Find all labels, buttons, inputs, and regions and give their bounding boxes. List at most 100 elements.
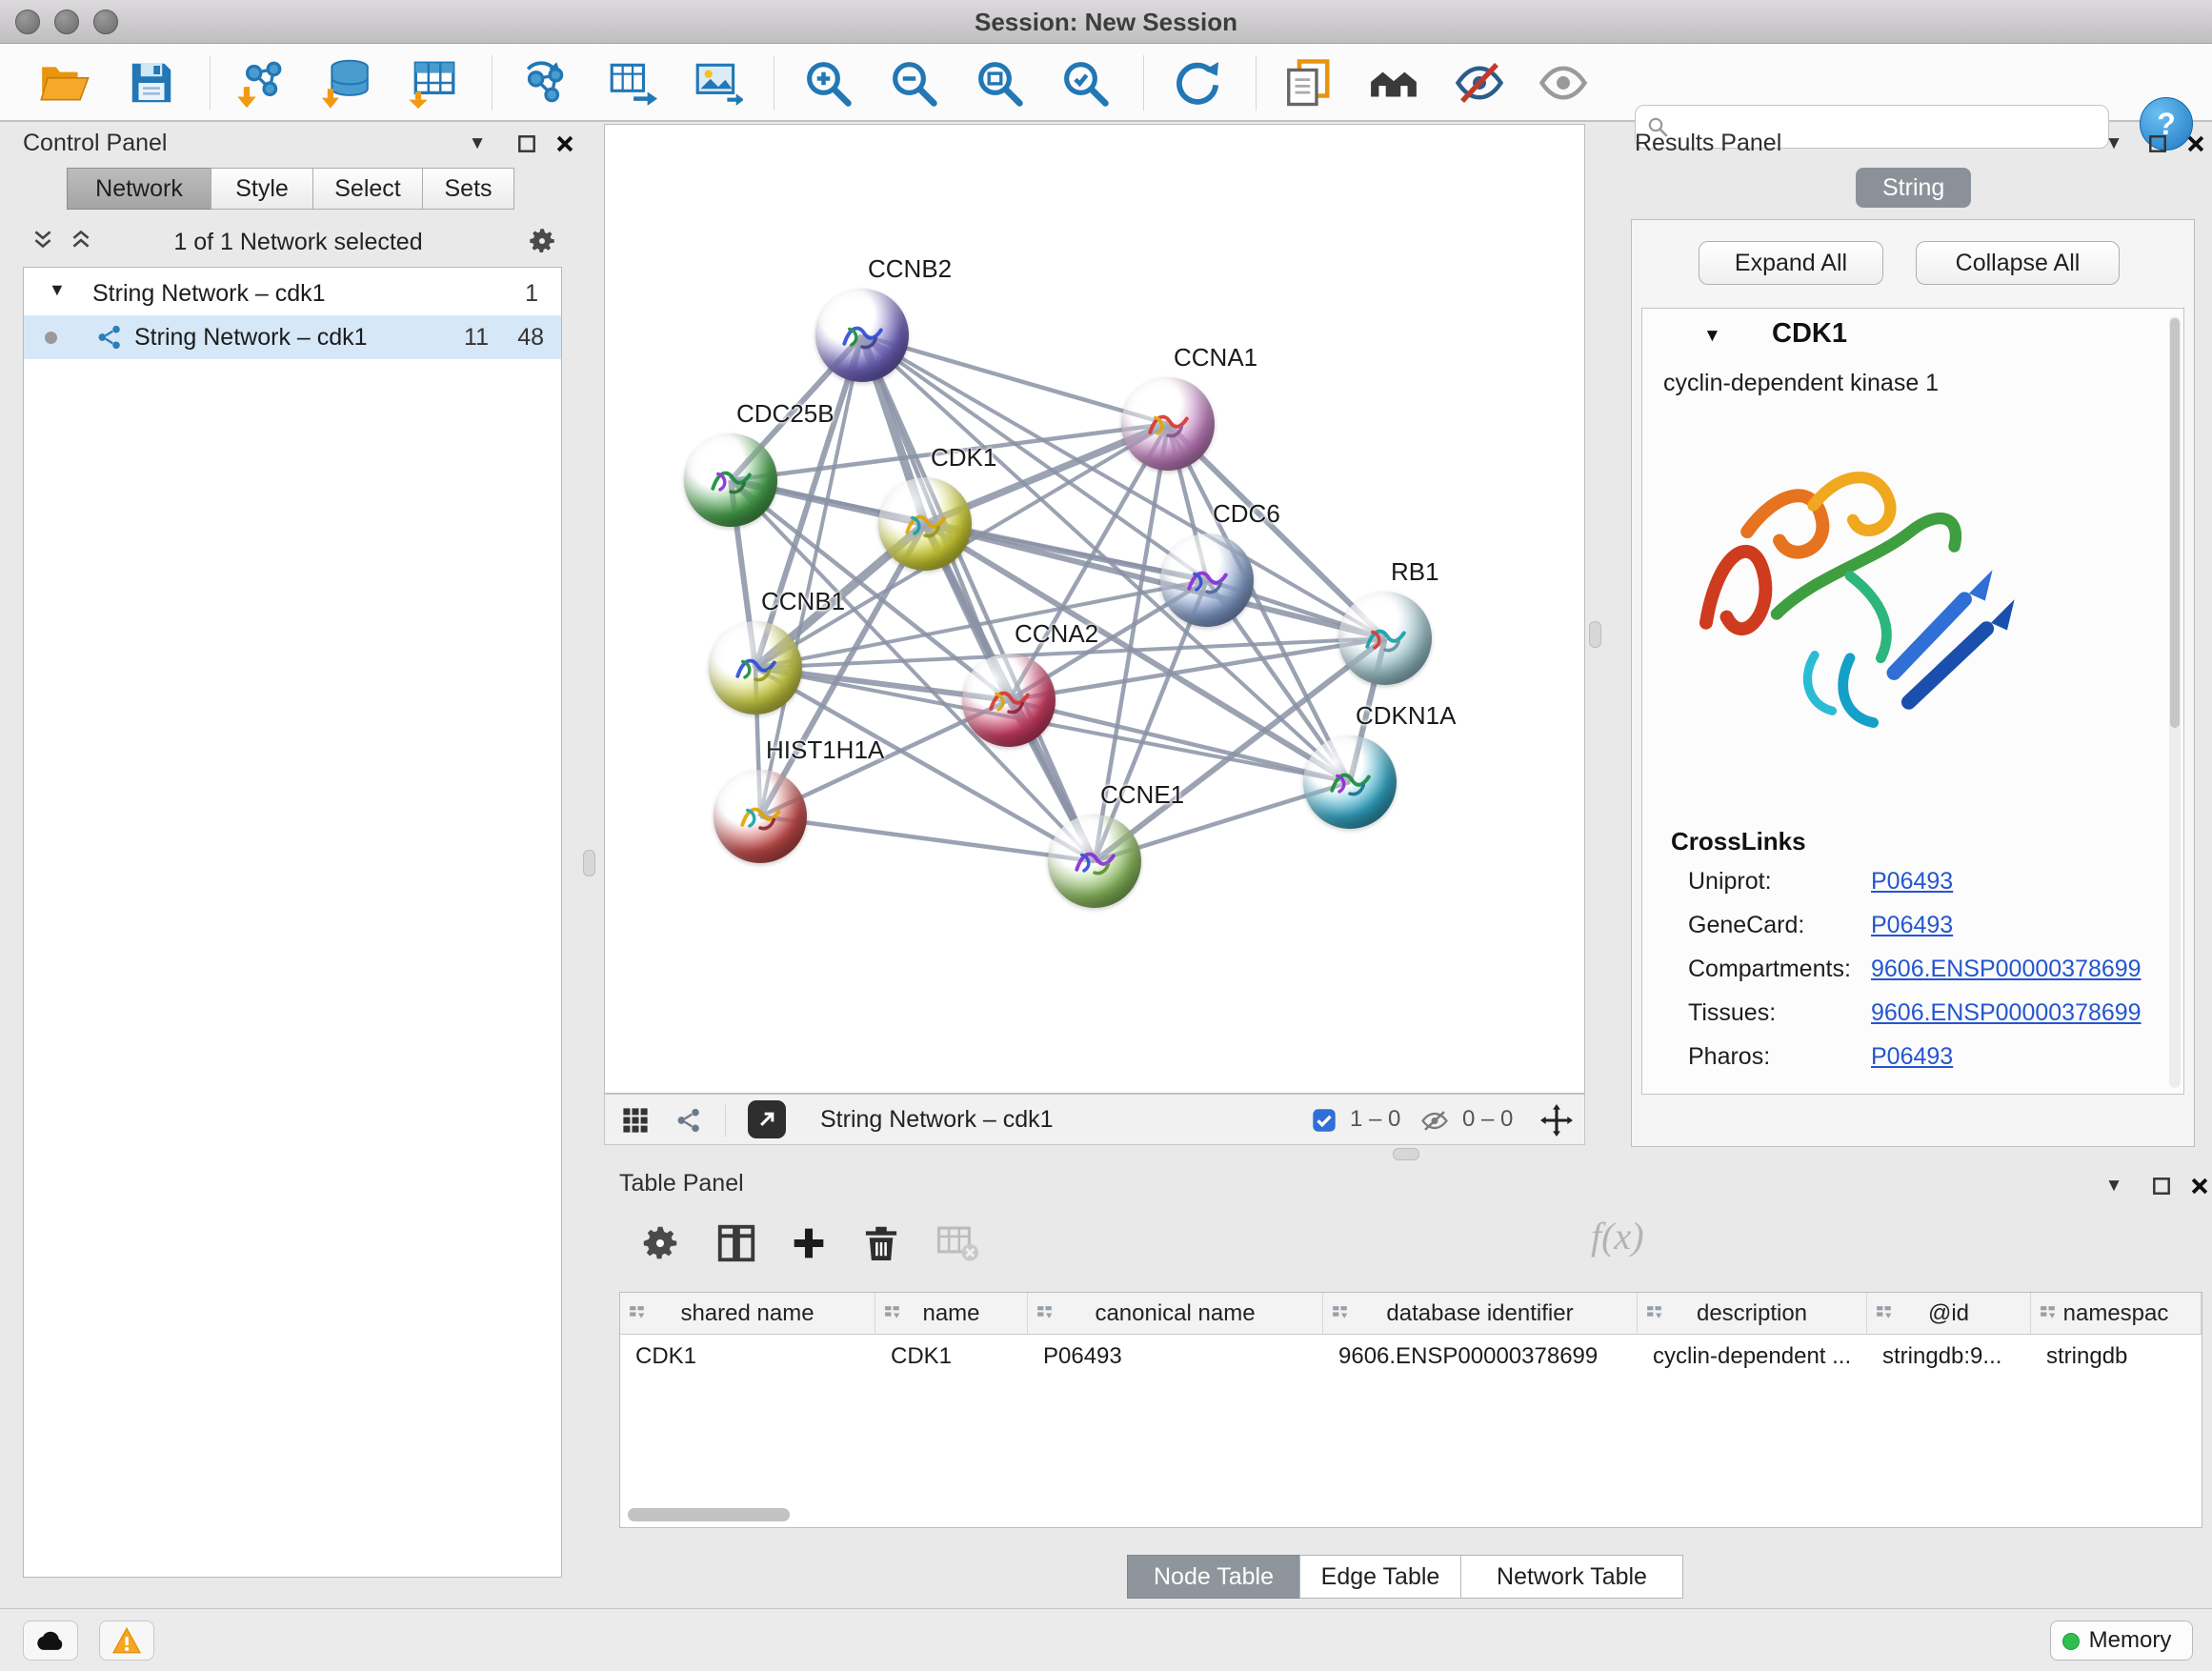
network-node-CCNA2[interactable] <box>962 654 1056 747</box>
control-panel-collapse-button[interactable]: ▼ <box>463 130 492 158</box>
tab-node-table[interactable]: Node Table <box>1127 1555 1300 1599</box>
table-settings-gear-icon[interactable] <box>638 1221 682 1265</box>
network-node-CDC25B[interactable] <box>684 433 777 527</box>
control-panel-float-button[interactable] <box>513 130 541 158</box>
grid-view-icon[interactable] <box>622 1107 649 1134</box>
crosslink-row: GeneCard:P06493 <box>1642 903 2183 947</box>
open-in-browser-button[interactable] <box>748 1100 786 1138</box>
hidden-eye-icon[interactable] <box>1420 1109 1449 1134</box>
collapse-all-button[interactable]: Collapse All <box>1916 241 2120 285</box>
tab-network[interactable]: Network <box>67 168 211 210</box>
clone-network-button[interactable] <box>606 57 657 109</box>
network-node-RB1[interactable] <box>1338 592 1432 685</box>
tab-network-table[interactable]: Network Table <box>1460 1555 1683 1599</box>
zoom-out-button[interactable] <box>888 57 939 109</box>
column-header-database-identifier[interactable]: database identifier <box>1323 1293 1638 1335</box>
cloud-status-button[interactable] <box>23 1621 78 1661</box>
network-edge-CCNB2-CCNE1[interactable] <box>862 335 1095 861</box>
table-cell[interactable]: CDK1 <box>875 1335 1028 1379</box>
crosslink-link[interactable]: P06493 <box>1871 903 1953 947</box>
table-cell[interactable]: 9606.ENSP00000378699 <box>1323 1335 1638 1379</box>
import-network-from-database-button[interactable] <box>322 57 373 109</box>
network-node-CCNB1[interactable] <box>709 621 802 715</box>
table-panel-collapse-button[interactable]: ▼ <box>2100 1172 2128 1200</box>
table-cell[interactable]: stringdb:9... <box>1867 1335 2031 1379</box>
collapse-all-icon[interactable] <box>30 227 61 257</box>
table-cell[interactable]: cyclin-dependent ... <box>1638 1335 1867 1379</box>
import-network-button[interactable] <box>236 57 288 109</box>
copy-style-button[interactable] <box>1282 57 1334 109</box>
results-scrollbar-thumb[interactable] <box>2170 318 2180 728</box>
warnings-button[interactable] <box>99 1621 154 1661</box>
zoom-selected-button[interactable] <box>1059 57 1111 109</box>
selected-checkbox-icon[interactable] <box>1312 1108 1337 1133</box>
create-column-icon[interactable] <box>787 1221 831 1265</box>
splitter-handle-right[interactable] <box>1589 621 1601 648</box>
control-panel-close-button[interactable] <box>551 130 579 158</box>
open-session-button[interactable] <box>38 57 90 109</box>
column-header-shared-name[interactable]: shared name <box>620 1293 875 1335</box>
show-columns-icon[interactable] <box>714 1221 758 1265</box>
table-cell[interactable]: CDK1 <box>620 1335 875 1379</box>
crosslink-link[interactable]: P06493 <box>1871 859 1953 903</box>
show-all-networks-button[interactable] <box>1368 57 1419 109</box>
network-collection-row[interactable]: ▼ String Network – cdk1 1 <box>24 272 561 315</box>
network-node-CDKN1A[interactable] <box>1303 735 1397 829</box>
table-row[interactable]: CDK1CDK1P064939606.ENSP00000378699cyclin… <box>620 1335 2202 1379</box>
crosslink-link[interactable]: P06493 <box>1871 1035 1953 1078</box>
zoom-fit-button[interactable] <box>974 57 1025 109</box>
gene-section-caret-icon[interactable]: ▼ <box>1703 326 1721 347</box>
table-cell[interactable]: stringdb <box>2031 1335 2202 1379</box>
results-tab-string[interactable]: String <box>1856 168 1971 208</box>
expand-all-icon[interactable] <box>69 227 99 257</box>
expand-all-button[interactable]: Expand All <box>1699 241 1883 285</box>
tree-expand-caret-icon[interactable]: ▼ <box>49 280 66 300</box>
export-image-button[interactable] <box>692 57 743 109</box>
crosslink-row: Tissues:9606.ENSP00000378699 <box>1642 991 2183 1035</box>
column-header-namespac[interactable]: namespac <box>2031 1293 2202 1335</box>
table-horizontal-scrollbar[interactable] <box>628 1508 790 1521</box>
show-hidden-button[interactable] <box>1538 57 1589 109</box>
memory-button[interactable]: Memory <box>2050 1621 2193 1661</box>
delete-column-icon[interactable] <box>859 1221 903 1265</box>
network-options-gear-icon[interactable] <box>526 225 560 259</box>
network-node-CCNB2[interactable] <box>815 289 909 382</box>
column-header--id[interactable]: @id <box>1867 1293 2031 1335</box>
splitter-handle-bottom[interactable] <box>1393 1148 1419 1160</box>
crosslink-link[interactable]: 9606.ENSP00000378699 <box>1871 991 2142 1035</box>
results-panel-close-button[interactable] <box>2182 130 2210 158</box>
save-session-button[interactable] <box>126 57 177 109</box>
column-header-description[interactable]: description <box>1638 1293 1867 1335</box>
column-header-canonical-name[interactable]: canonical name <box>1028 1293 1323 1335</box>
results-scrollbar[interactable] <box>2169 316 2181 1088</box>
new-network-button[interactable] <box>520 57 572 109</box>
network-row-selected[interactable]: String Network – cdk1 11 48 <box>24 315 561 359</box>
results-panel-collapse-button[interactable]: ▼ <box>2100 130 2128 158</box>
delete-table-icon[interactable] <box>935 1221 979 1265</box>
network-node-HIST1H1A[interactable] <box>714 770 807 863</box>
network-canvas[interactable]: CCNB2CCNA1CDC25BCDK1CDC6RB1CCNB1CCNA2CDK… <box>604 124 1585 1094</box>
zoom-in-button[interactable] <box>802 57 854 109</box>
pan-crosshair-icon[interactable] <box>1540 1104 1573 1137</box>
results-panel-float-button[interactable] <box>2143 130 2172 158</box>
share-network-icon[interactable] <box>675 1107 702 1134</box>
splitter-handle-left[interactable] <box>583 850 595 876</box>
column-header-name[interactable]: name <box>875 1293 1028 1335</box>
table-panel-close-button[interactable] <box>2185 1172 2212 1200</box>
network-node-CCNA1[interactable] <box>1121 377 1215 471</box>
tab-edge-table[interactable]: Edge Table <box>1299 1555 1461 1599</box>
table-cell[interactable]: P06493 <box>1028 1335 1323 1379</box>
refresh-view-button[interactable] <box>1172 57 1223 109</box>
import-table-button[interactable] <box>408 57 459 109</box>
tab-sets[interactable]: Sets <box>422 168 514 210</box>
table-panel-float-button[interactable] <box>2147 1172 2176 1200</box>
hide-selected-button[interactable] <box>1454 57 1505 109</box>
tab-style[interactable]: Style <box>211 168 313 210</box>
network-edge-HIST1H1A-CCNE1[interactable] <box>760 816 1095 861</box>
tab-select[interactable]: Select <box>312 168 423 210</box>
network-node-CCNE1[interactable] <box>1048 815 1141 908</box>
function-builder-icon[interactable]: f(x) <box>1591 1214 1644 1258</box>
crosslink-link[interactable]: 9606.ENSP00000378699 <box>1871 947 2142 991</box>
network-node-CDC6[interactable] <box>1160 534 1254 627</box>
network-node-CDK1[interactable] <box>878 477 972 571</box>
